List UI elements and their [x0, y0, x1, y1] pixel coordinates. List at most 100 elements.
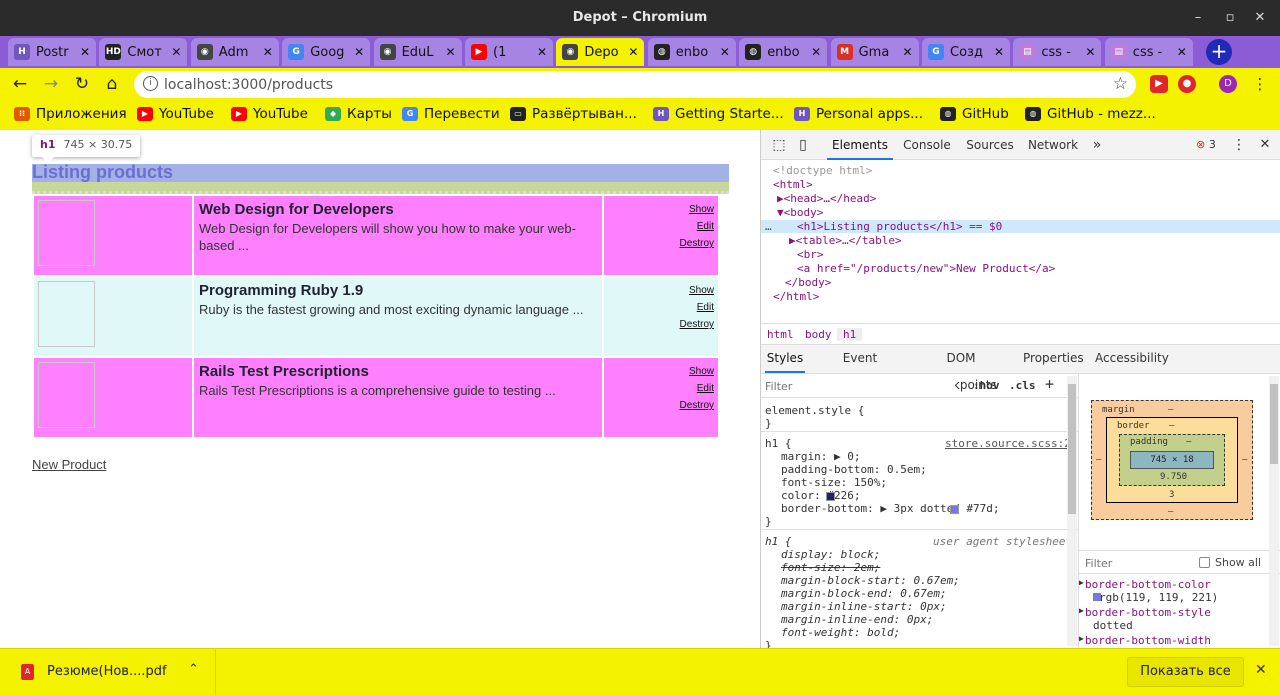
tab-close-icon[interactable]: ✕ [537, 45, 547, 59]
css-declaration[interactable]: font-size: 150%; [781, 476, 887, 489]
tab-close-icon[interactable]: ✕ [903, 45, 913, 59]
computed-property[interactable]: border-bottom-color [1085, 578, 1211, 591]
bookmark-6[interactable]: H Getting Starte... [653, 106, 784, 122]
new-product-link[interactable]: New Product [32, 457, 106, 472]
show-link[interactable]: Show [608, 282, 714, 299]
hov-button[interactable]: :hov [973, 379, 1000, 392]
edit-link[interactable]: Edit [608, 218, 714, 235]
devtools-menu-icon[interactable]: ⋮ [1231, 130, 1247, 160]
dom-node[interactable]: </body> [785, 276, 831, 289]
breadcrumb-html[interactable]: html [767, 328, 794, 341]
cls-button[interactable]: .cls [1009, 379, 1036, 392]
tab-close-icon[interactable]: ✕ [171, 45, 181, 59]
bookmark-7[interactable]: H Personal apps... [794, 106, 923, 122]
edit-link[interactable]: Edit [608, 299, 714, 316]
tab-close-icon[interactable]: ✕ [994, 45, 1004, 59]
more-tabs-icon[interactable]: » [1089, 130, 1105, 160]
adblock-icon[interactable]: ● [1178, 75, 1196, 93]
subtab-accessibility[interactable]: Accessibility [1095, 345, 1169, 373]
edit-link[interactable]: Edit [608, 380, 714, 397]
breadcrumb-body[interactable]: body [805, 328, 832, 341]
subtab-properties[interactable]: Properties [1023, 345, 1084, 373]
tab-sources[interactable]: Sources [963, 130, 1017, 160]
device-toolbar-icon[interactable]: ▯ [793, 130, 813, 160]
tab-2[interactable]: ◉ Adm ✕ [190, 38, 279, 66]
extension-icon[interactable]: ▶ [1150, 75, 1168, 93]
download-bar-close-icon[interactable]: ✕ [1255, 662, 1267, 678]
tab-close-icon[interactable]: ✕ [628, 45, 638, 59]
download-chevron-up-icon[interactable]: ⌃ [188, 662, 199, 677]
tab-1[interactable]: HD Смот ✕ [99, 38, 188, 66]
tab-elements[interactable]: Elements [827, 130, 893, 160]
tab-close-icon[interactable]: ✕ [446, 45, 456, 59]
dom-node[interactable]: <html> [773, 178, 813, 191]
tab-8[interactable]: ◍ enbo ✕ [739, 38, 828, 66]
css-declaration[interactable]: border-bottom: ▶ 3px dotted #77d; [781, 502, 1000, 515]
bookmark-5[interactable]: ▭ Развёртыван... [510, 106, 637, 122]
expand-arrow-icon[interactable]: ▶ [1079, 606, 1084, 615]
forward-arrow-icon[interactable]: → [41, 74, 61, 94]
dom-node[interactable]: ▶<head>…</head> [777, 192, 876, 205]
address-bar[interactable]: i localhost:3000/products ☆ [134, 71, 1136, 98]
tab-11[interactable]: ▤ css - ✕ [1013, 38, 1102, 66]
bookmark-0[interactable]: ⁝⁝ Приложения [14, 106, 127, 122]
close-window-icon[interactable]: ✕ [1250, 8, 1270, 28]
computed-property[interactable]: border-bottom-width [1085, 634, 1211, 647]
tab-0[interactable]: H Postr ✕ [8, 38, 96, 66]
show-all-downloads-button[interactable]: Показать все [1127, 657, 1244, 687]
tab-6[interactable]: ◉ Depo ✕ [556, 38, 645, 66]
expand-arrow-icon[interactable]: ▶ [1079, 634, 1084, 643]
bookmark-star-icon[interactable]: ☆ [1113, 74, 1128, 94]
color-swatch[interactable] [950, 505, 959, 514]
tab-3[interactable]: G Goog ✕ [282, 38, 371, 66]
styles-scrollbar[interactable] [1067, 376, 1077, 646]
tab-10[interactable]: G Созд ✕ [922, 38, 1010, 66]
back-arrow-icon[interactable]: ← [10, 74, 30, 94]
node-ellipsis-icon[interactable]: … [765, 220, 772, 233]
site-info-icon[interactable]: i [143, 76, 158, 91]
inspect-element-icon[interactable]: ⬚ [769, 130, 789, 160]
dom-node[interactable]: ▶<table>…</table> [789, 234, 902, 247]
subtab-event-listeners[interactable]: Event Listeners [815, 345, 905, 392]
css-declaration[interactable]: padding-bottom: 0.5em; [781, 463, 927, 476]
tab-close-icon[interactable]: ✕ [354, 45, 364, 59]
bookmark-8[interactable]: ◍ GitHub [940, 106, 1009, 122]
tab-network[interactable]: Network [1025, 130, 1081, 160]
show-link[interactable]: Show [608, 201, 714, 218]
dom-node[interactable]: </html> [773, 290, 819, 303]
maximize-icon[interactable]: ▫ [1220, 8, 1240, 28]
tab-12[interactable]: ▤ css - ✕ [1104, 38, 1193, 66]
css-declaration[interactable]: margin: ▶ 0; [781, 450, 860, 463]
dom-node[interactable]: <!doctype html> [773, 164, 872, 177]
tab-close-icon[interactable]: ✕ [263, 45, 273, 59]
dom-node[interactable]: <a href="/products/new">New Product</a> [797, 262, 1055, 275]
dom-node[interactable]: ▼<body> [777, 206, 823, 219]
reload-icon[interactable]: ↻ [72, 74, 92, 94]
computed-scrollbar[interactable] [1269, 376, 1279, 646]
styles-filter-input[interactable] [765, 377, 955, 395]
tab-5[interactable]: ▶ (1 ✕ [465, 38, 553, 66]
bookmark-4[interactable]: G Перевести [402, 106, 500, 122]
bookmark-9[interactable]: ◍ GitHub - mezz... [1025, 106, 1156, 122]
destroy-link[interactable]: Destroy [608, 316, 714, 333]
breadcrumb-h1[interactable]: h1 [837, 328, 863, 341]
tab-close-icon[interactable]: ✕ [80, 45, 90, 59]
bookmark-2[interactable]: ▶ YouTube [231, 106, 308, 122]
computed-filter-input[interactable] [1085, 554, 1185, 572]
tab-4[interactable]: ◉ EduL ✕ [373, 38, 462, 66]
computed-property[interactable]: border-bottom-style [1085, 606, 1211, 619]
minimize-icon[interactable]: – [1188, 8, 1208, 28]
dom-node[interactable]: <br> [797, 248, 824, 261]
tab-close-icon[interactable]: ✕ [720, 45, 730, 59]
menu-kebab-icon[interactable]: ⋮ [1250, 74, 1270, 94]
expand-arrow-icon[interactable]: ▶ [1079, 578, 1084, 587]
rule-source-link[interactable]: store.source.scss:2 [945, 437, 1071, 450]
profile-avatar-icon[interactable]: D [1219, 75, 1237, 93]
tab-7[interactable]: ◍ enbo ✕ [647, 38, 736, 66]
tab-close-icon[interactable]: ✕ [811, 45, 821, 59]
error-counter[interactable]: ⊗ 3 [1193, 130, 1219, 160]
download-item[interactable]: A Резюме(Нов....pdf ⌃ [0, 649, 216, 695]
tab-9[interactable]: M Gma ✕ [830, 38, 919, 66]
subtab-dom-breakpoints[interactable]: DOM Breakpoints [913, 345, 1009, 392]
color-swatch[interactable] [826, 492, 835, 501]
